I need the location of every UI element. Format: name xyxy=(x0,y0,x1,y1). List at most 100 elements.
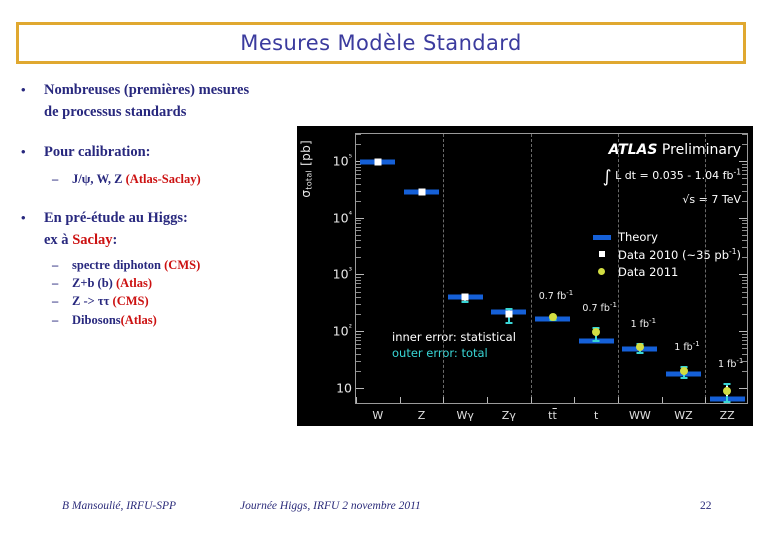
y-axis-tick-minor xyxy=(356,169,361,171)
bullet-item-3: • En pré-étude au Higgs: xyxy=(8,208,300,228)
y-axis-tick-minor xyxy=(742,178,747,180)
x-axis-tick xyxy=(443,397,445,403)
luminosity-annotation: ∫ L dt = 0.035 - 1.04 fb-1 xyxy=(603,167,741,187)
y-axis-tick-minor xyxy=(356,247,361,249)
y-axis-tick-major xyxy=(356,217,364,219)
y-axis-tick-minor xyxy=(742,314,747,316)
bullet-item-2: • Pour calibration: xyxy=(8,142,300,162)
y-axis-tick-minor xyxy=(356,314,361,316)
y-axis-tick-minor xyxy=(356,134,361,135)
bullet-2-sub-1: – J/ψ, W, Z (Atlas-Saclay) xyxy=(8,170,300,188)
bullet-3-sub-4: – Dibosons(Atlas) xyxy=(8,311,300,329)
grid-line-vertical xyxy=(618,134,619,403)
footer-author: B Mansoulié, IRFU-SPP xyxy=(62,500,177,512)
bullet-3-sub-1: – spectre diphoton (CMS) xyxy=(8,256,300,274)
y-axis-tick-minor xyxy=(742,163,747,165)
bullet-2-label: Pour calibration: xyxy=(44,144,151,160)
cross-section-chart: σtotal [pb] ATLAS Preliminary ∫ L dt = 0… xyxy=(297,126,753,426)
y-axis-tick-minor xyxy=(742,230,747,232)
bullet-3-sub-4-tag: (Atlas) xyxy=(120,312,157,327)
x-axis-tick-label: Zγ xyxy=(501,409,516,422)
y-axis-unit: [pb] xyxy=(299,140,313,166)
y-axis-tick-major xyxy=(739,161,747,163)
y-axis-tick-minor xyxy=(356,336,361,338)
luminosity-note: 1 fb-1 xyxy=(674,339,700,353)
x-axis-tick-label: ZZ xyxy=(719,409,735,422)
luminosity-note: 1 fb-1 xyxy=(630,317,657,331)
y-axis-tick-minor xyxy=(356,370,361,372)
y-axis-tick-minor xyxy=(742,304,747,306)
bullet-dot-icon: • xyxy=(21,144,26,159)
x-axis-tick-label: Z xyxy=(417,409,426,422)
y-axis-symbol: σ xyxy=(299,189,313,198)
footer-event: Journée Higgs, IRFU 2 novembre 2011 xyxy=(240,500,421,512)
y-axis-tick-minor xyxy=(356,339,361,341)
y-axis-title: σtotal [pb] xyxy=(299,140,317,198)
y-axis-tick-minor xyxy=(356,166,361,168)
white-square-marker-icon xyxy=(593,251,611,258)
bullet-3-sub-2-tag: (Atlas) xyxy=(115,276,153,291)
data-point-2010 xyxy=(461,293,469,301)
y-axis-tick-minor xyxy=(356,230,361,232)
luminosity-note: 1 fb-1 xyxy=(717,357,744,371)
bullet-3-line-2-pre: ex à xyxy=(44,232,73,249)
x-axis-tick-label: tt xyxy=(548,409,557,422)
x-axis-tick xyxy=(487,397,488,403)
y-axis-tick-minor xyxy=(742,240,747,242)
y-axis-tick-minor xyxy=(356,183,361,185)
y-axis-tick-minor xyxy=(356,353,361,355)
y-axis-tick-minor xyxy=(742,226,747,228)
theory-band-icon xyxy=(592,234,611,240)
y-axis-tick-major xyxy=(356,331,364,333)
y-axis-tick-minor xyxy=(742,283,747,285)
bullet-1-line-1: Nombreuses (premières) mesures xyxy=(44,82,250,98)
y-axis-tick-minor xyxy=(742,287,747,289)
dash-icon: – xyxy=(52,312,59,327)
plot-area: ATLAS Preliminary ∫ L dt = 0.035 - 1.04 … xyxy=(333,133,748,422)
bullet-dot-icon: • xyxy=(21,210,26,226)
data-point-2010 xyxy=(505,310,513,318)
y-axis-tick-minor xyxy=(356,226,361,228)
y-axis-tick-minor xyxy=(742,134,747,135)
error-bar-cap xyxy=(461,301,469,304)
y-axis-tick-minor xyxy=(742,297,747,299)
y-axis-tick-label: 10 xyxy=(336,380,352,396)
y-axis-tick-minor xyxy=(356,240,361,242)
luminosity-exponent: -1 xyxy=(733,167,741,177)
y-axis-tick-minor xyxy=(742,190,747,192)
atlas-annotation-block: ATLAS Preliminary ∫ L dt = 0.035 - 1.04 … xyxy=(603,142,741,206)
y-axis-tick-minor xyxy=(356,178,361,180)
bullet-3-line-2: ex à Saclay: xyxy=(8,230,300,250)
y-axis-tick-major xyxy=(739,217,747,219)
grid-line-vertical xyxy=(443,134,445,403)
y-axis-tick-minor xyxy=(742,247,747,249)
x-axis-tick xyxy=(530,397,532,403)
error-bar-cap xyxy=(505,322,513,325)
atlas-rest-text: Preliminary xyxy=(657,142,741,158)
y-axis-tick-minor xyxy=(356,297,361,299)
y-axis-tick-major xyxy=(739,274,747,276)
data-point-2010 xyxy=(374,158,382,166)
x-axis-tick-label: WW xyxy=(628,409,651,422)
y-axis-tick-minor xyxy=(356,223,361,225)
y-axis-tick-minor xyxy=(742,183,747,185)
y-axis-subscript: total xyxy=(304,169,314,190)
y-axis-tick-label: 10² xyxy=(332,323,352,339)
y-axis-tick-minor xyxy=(356,200,361,202)
y-axis-tick-minor xyxy=(356,343,361,345)
y-axis-tick-minor xyxy=(356,304,361,306)
y-axis-tick-major xyxy=(739,331,747,333)
bullet-3-sub-1-tag: (CMS) xyxy=(164,258,201,273)
slide-title-box: Mesures Modèle Standard xyxy=(16,22,746,64)
bullet-3-sub-3-text: Z -> ττ xyxy=(72,294,113,309)
dash-icon: – xyxy=(52,172,59,186)
y-axis-tick-major xyxy=(356,274,364,276)
error-bar-cap xyxy=(636,351,644,354)
bullet-2-sub-1-text: J/ψ, W, Z xyxy=(72,172,126,186)
x-axis-tick-label: Wγ xyxy=(456,409,474,422)
y-axis-tick-minor xyxy=(742,343,747,345)
error-bar-cap xyxy=(723,383,731,386)
x-axis-tick xyxy=(574,397,576,403)
y-axis-tick-minor xyxy=(742,348,747,350)
